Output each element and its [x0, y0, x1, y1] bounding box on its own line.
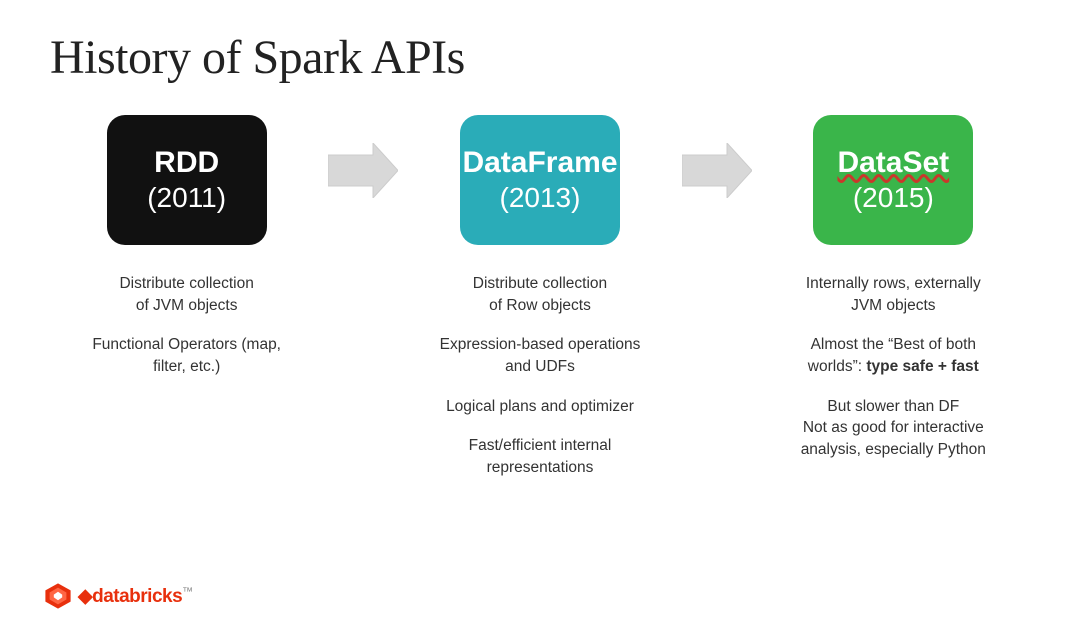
dataframe-column: DataFrame (2013) Distribute collectionof…	[403, 115, 676, 479]
dataset-bullet-2: Almost the “Best of bothworlds”: type sa…	[801, 334, 986, 377]
rdd-year: (2011)	[147, 181, 226, 215]
dataset-bullet-3: But slower than DFNot as good for intera…	[801, 396, 986, 461]
page-title: History of Spark APIs	[50, 30, 1030, 85]
databricks-logo: ◆databricks™	[44, 582, 193, 610]
arrow-icon-2	[682, 145, 752, 195]
rdd-box: RDD (2011)	[107, 115, 267, 245]
arrow-icon-1	[328, 145, 398, 195]
slide: History of Spark APIs RDD (2011) Distrib…	[0, 0, 1080, 626]
dataset-box: DataSet (2015)	[813, 115, 973, 245]
dataframe-bullet-4: Fast/efficient internalrepresentations	[440, 435, 641, 478]
rdd-bullets: Distribute collectionof JVM objects Func…	[88, 273, 285, 378]
dataframe-box: DataFrame (2013)	[460, 115, 620, 245]
dataset-year: (2015)	[853, 181, 934, 215]
rdd-bullet-2: Functional Operators (map,filter, etc.)	[92, 334, 281, 377]
dataset-bullets: Internally rows, externallyJVM objects A…	[797, 273, 990, 461]
dataframe-bullets: Distribute collectionof Row objects Expr…	[436, 273, 645, 479]
content-area: RDD (2011) Distribute collectionof JVM o…	[50, 115, 1030, 606]
databricks-text: ◆databricks™	[78, 585, 193, 608]
databricks-icon	[44, 582, 72, 610]
dataframe-bullet-1: Distribute collectionof Row objects	[440, 273, 641, 316]
rdd-label: RDD	[154, 145, 219, 181]
dataframe-year: (2013)	[500, 181, 581, 215]
dataset-label: DataSet	[837, 145, 949, 181]
dataframe-bullet-2: Expression-based operationsand UDFs	[440, 334, 641, 377]
arrow-2	[677, 115, 757, 195]
dataframe-label: DataFrame	[462, 145, 617, 181]
rdd-bullet-1: Distribute collectionof JVM objects	[92, 273, 281, 316]
dataset-bullet-1: Internally rows, externallyJVM objects	[801, 273, 986, 316]
rdd-column: RDD (2011) Distribute collectionof JVM o…	[50, 115, 323, 378]
arrow-1	[323, 115, 403, 195]
dataset-column: DataSet (2015) Internally rows, external…	[757, 115, 1030, 461]
dataframe-bullet-3: Logical plans and optimizer	[440, 396, 641, 418]
